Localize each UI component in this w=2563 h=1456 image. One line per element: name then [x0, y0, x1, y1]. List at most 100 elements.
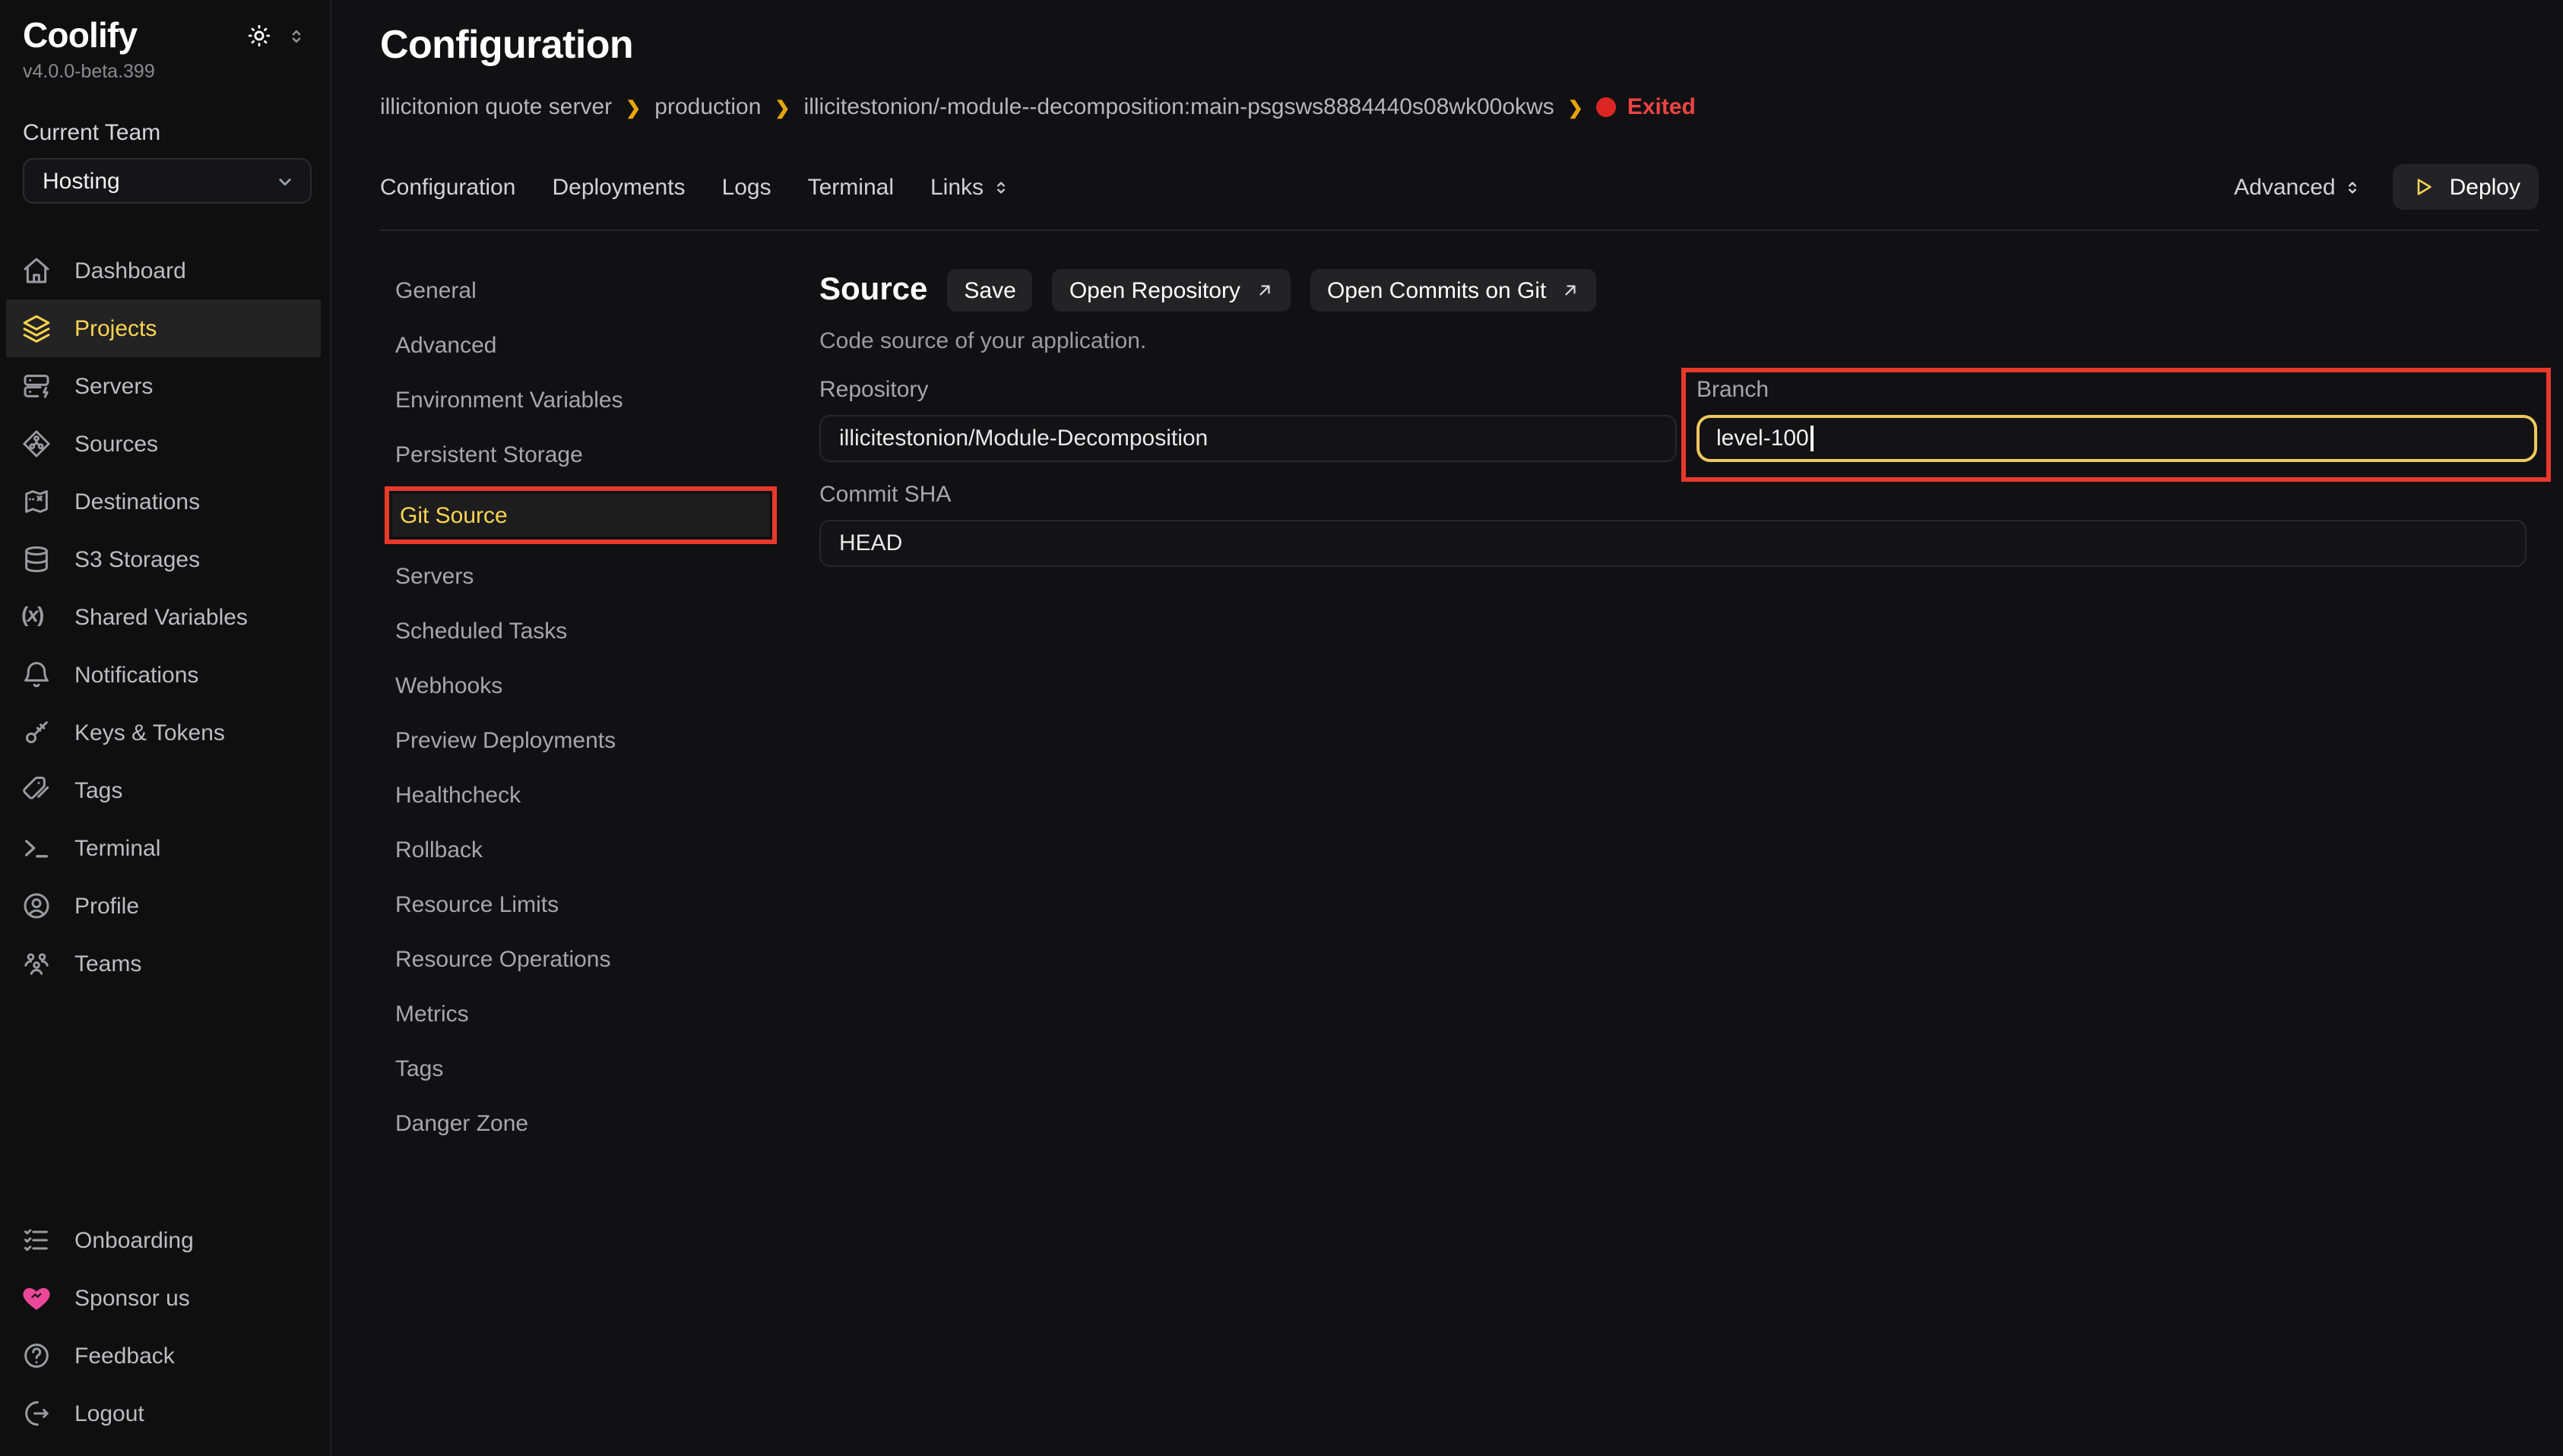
sidebar-item-keys-tokens[interactable]: Keys & Tokens	[6, 704, 321, 761]
branch-input-value: level-100	[1716, 426, 1809, 452]
sidebar-item-label: Keys & Tokens	[74, 720, 225, 745]
subnav-item-healthcheck[interactable]: Healthcheck	[395, 768, 819, 823]
commit-sha-input[interactable]	[819, 521, 2527, 568]
subnav-item-metrics[interactable]: Metrics	[395, 987, 819, 1042]
sidebar-item-notifications[interactable]: Notifications	[6, 646, 321, 704]
sidebar-item-label: Destinations	[74, 489, 200, 514]
source-heading: Source	[819, 273, 927, 309]
subnav-item-environment-variables[interactable]: Environment Variables	[395, 373, 819, 428]
commit-sha-field: Commit SHA	[819, 483, 2539, 568]
server-icon	[21, 371, 52, 401]
subnav-item-advanced[interactable]: Advanced	[395, 318, 819, 373]
sidebar-item-tags[interactable]: Tags	[6, 761, 321, 819]
tabs-row: Configuration Deployments Logs Terminal …	[380, 165, 2539, 210]
tab-deployments[interactable]: Deployments	[552, 175, 685, 201]
open-repository-label: Open Repository	[1069, 278, 1240, 304]
chevron-right-icon: ❯	[626, 97, 641, 119]
sidebar-item-sponsor-us[interactable]: Sponsor us	[6, 1269, 321, 1327]
map-icon	[21, 486, 52, 517]
sidebar-item-label: Onboarding	[74, 1227, 194, 1253]
subnav-item-resource-operations[interactable]: Resource Operations	[395, 932, 819, 987]
external-link-icon	[1561, 282, 1579, 300]
subnav-item-servers[interactable]: Servers	[395, 549, 819, 604]
subnav-item-persistent-storage[interactable]: Persistent Storage	[395, 428, 819, 483]
sidebar-item-profile[interactable]: Profile	[6, 877, 321, 935]
subnav-item-git-source[interactable]: Git Source	[392, 495, 769, 537]
save-button[interactable]: Save	[947, 270, 1032, 312]
app-logo: Coolify	[23, 15, 137, 56]
sidebar-item-onboarding[interactable]: Onboarding	[6, 1211, 321, 1269]
sidebar-nav: Dashboard Projects Servers Sources Desti…	[0, 242, 330, 992]
config-subnav: General Advanced Environment Variables P…	[380, 264, 819, 1151]
sidebar: Coolify v4.0.0-beta.399 Current Team Hos…	[0, 0, 331, 1456]
terminal-icon	[21, 833, 52, 863]
subnav-item-rollback[interactable]: Rollback	[395, 823, 819, 878]
repository-input[interactable]	[819, 416, 1677, 463]
subnav-item-tags[interactable]: Tags	[395, 1042, 819, 1097]
chevron-down-icon	[274, 169, 296, 192]
theme-toggle-sun-icon[interactable]	[246, 23, 272, 49]
subnav-item-webhooks[interactable]: Webhooks	[395, 659, 819, 714]
sidebar-item-projects[interactable]: Projects	[6, 299, 321, 357]
header-controls: Advanced Deploy	[2234, 165, 2539, 210]
sidebar-footer: Onboarding Sponsor us Feedback Logout	[0, 1211, 330, 1456]
branch-input[interactable]: level-100	[1697, 416, 2537, 463]
sidebar-item-label: Sources	[74, 431, 158, 457]
breadcrumb: illicitonion quote server ❯ production ❯…	[380, 95, 2539, 121]
sidebar-item-terminal[interactable]: Terminal	[6, 819, 321, 877]
git-source-panel: Source Save Open Repository Open Commits…	[819, 264, 2539, 1151]
subnav-item-resource-limits[interactable]: Resource Limits	[395, 878, 819, 932]
home-icon	[21, 255, 52, 286]
sidebar-item-label: Shared Variables	[74, 604, 248, 630]
sidebar-collapse-icon[interactable]	[286, 25, 307, 46]
sidebar-item-dashboard[interactable]: Dashboard	[6, 242, 321, 299]
source-fields: Repository Branch level-100 Commit SHA	[819, 369, 2539, 568]
database-icon	[21, 544, 52, 574]
subnav-item-git-source-annotated: Git Source	[395, 483, 819, 549]
sidebar-item-sources[interactable]: Sources	[6, 415, 321, 473]
subnav-item-danger-zone[interactable]: Danger Zone	[395, 1097, 819, 1151]
chevrons-up-down-icon	[991, 178, 1011, 198]
main-content: Configuration illicitonion quote server …	[331, 0, 2563, 1456]
subnav-item-preview-deployments[interactable]: Preview Deployments	[395, 714, 819, 768]
sidebar-item-label: Notifications	[74, 662, 198, 688]
sidebar-item-feedback[interactable]: Feedback	[6, 1327, 321, 1385]
users-icon	[21, 948, 52, 979]
git-source-icon	[21, 429, 52, 459]
breadcrumb-resource[interactable]: illicitestonion/-module--decomposition:m…	[804, 95, 1554, 121]
key-icon	[21, 717, 52, 748]
tab-logs[interactable]: Logs	[722, 175, 771, 201]
subnav-item-scheduled-tasks[interactable]: Scheduled Tasks	[395, 604, 819, 659]
tab-links[interactable]: Links	[930, 175, 1011, 201]
tab-links-label: Links	[930, 175, 984, 201]
breadcrumb-project[interactable]: illicitonion quote server	[380, 95, 612, 121]
external-link-icon	[1256, 282, 1274, 300]
text-cursor	[1811, 426, 1814, 452]
sidebar-item-destinations[interactable]: Destinations	[6, 473, 321, 530]
open-commits-button[interactable]: Open Commits on Git	[1310, 270, 1596, 312]
app-version: v4.0.0-beta.399	[23, 61, 312, 82]
sidebar-item-label: Feedback	[74, 1343, 175, 1369]
sidebar-item-servers[interactable]: Servers	[6, 357, 321, 415]
team-select[interactable]: Hosting	[23, 158, 312, 204]
app-root: Coolify v4.0.0-beta.399 Current Team Hos…	[0, 0, 2563, 1456]
status-label: Exited	[1627, 95, 1696, 121]
deploy-button[interactable]: Deploy	[2394, 165, 2539, 210]
advanced-label: Advanced	[2234, 175, 2335, 201]
sidebar-item-s3-storages[interactable]: S3 Storages	[6, 530, 321, 588]
sidebar-item-shared-variables[interactable]: (x) Shared Variables	[6, 588, 321, 646]
advanced-menu[interactable]: Advanced	[2234, 175, 2362, 201]
repository-label: Repository	[819, 378, 1677, 404]
breadcrumb-environment[interactable]: production	[654, 95, 761, 121]
tab-configuration[interactable]: Configuration	[380, 175, 515, 201]
sidebar-item-label: Terminal	[74, 835, 160, 861]
status-dot-icon	[1597, 98, 1617, 118]
tab-terminal[interactable]: Terminal	[808, 175, 894, 201]
open-repository-button[interactable]: Open Repository	[1053, 270, 1291, 312]
tabs: Configuration Deployments Logs Terminal …	[380, 175, 1011, 201]
sidebar-item-logout[interactable]: Logout	[6, 1385, 321, 1442]
sidebar-item-teams[interactable]: Teams	[6, 935, 321, 992]
chevrons-up-down-icon	[2343, 178, 2363, 198]
subnav-item-general[interactable]: General	[395, 264, 819, 318]
layers-icon	[21, 313, 52, 343]
